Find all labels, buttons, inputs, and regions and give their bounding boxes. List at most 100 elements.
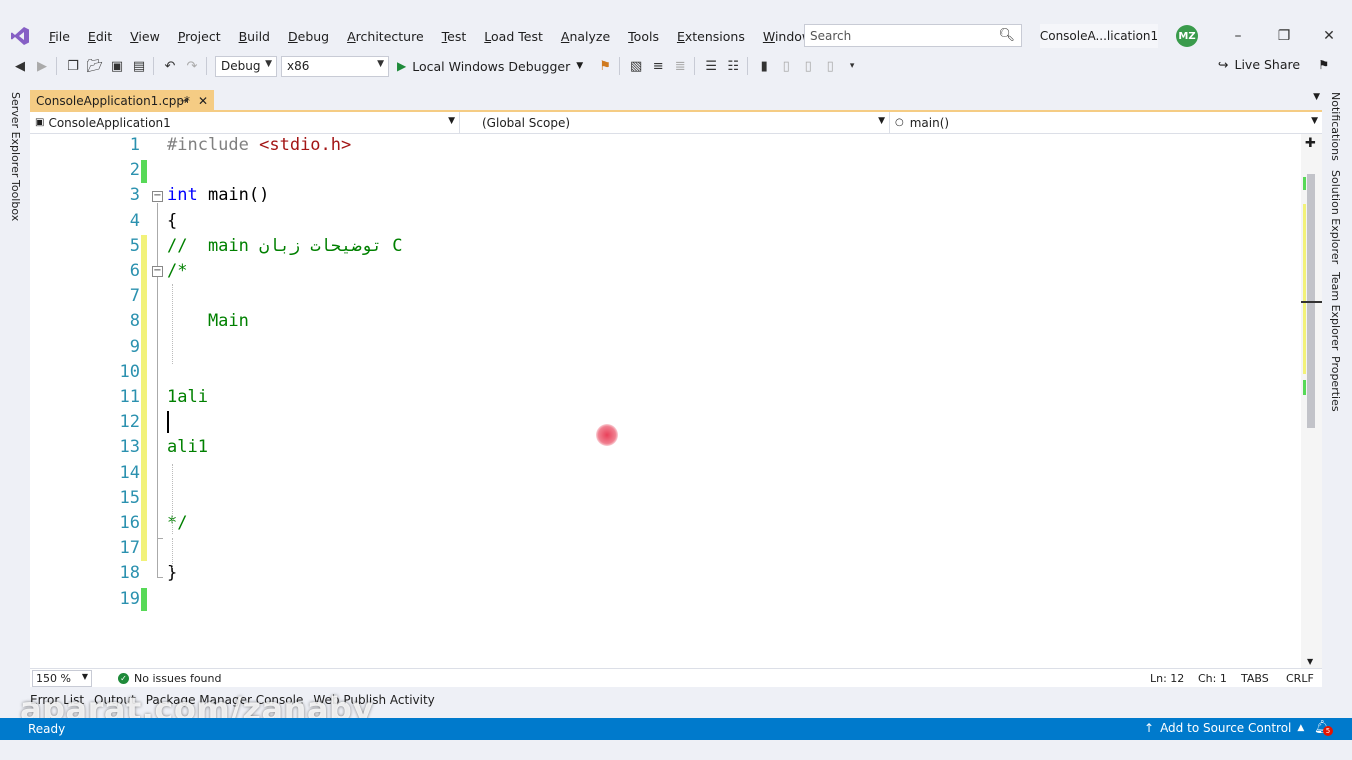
code-line[interactable]: 11 1ali xyxy=(30,386,1300,411)
menu-item-debug[interactable]: Debug xyxy=(279,29,338,44)
right-tool-strip: Notifications Solution Explorer Team Exp… xyxy=(1323,84,1352,684)
menu-label-rest: nalyze xyxy=(569,28,611,44)
code-line[interactable]: 16 */ xyxy=(30,512,1300,537)
live-share-button[interactable]: ↪ Live Share ⚑ xyxy=(1218,57,1329,72)
save-icon[interactable]: ▣ xyxy=(107,56,127,76)
scroll-marker xyxy=(1303,380,1306,395)
code-line[interactable]: 1 #include <stdio.h> xyxy=(30,134,1300,159)
play-icon: ▶ xyxy=(397,59,407,73)
toolbox-tab[interactable]: Toolbox xyxy=(9,180,22,221)
tab-dropdown-icon[interactable]: ▼ xyxy=(1313,92,1320,102)
menu-item-analyze[interactable]: Analyze xyxy=(552,29,619,44)
align-icon[interactable]: ≡ xyxy=(648,56,668,76)
collapse-icon[interactable]: − xyxy=(152,191,163,202)
prev-bookmark-icon[interactable]: ▯ xyxy=(776,56,796,76)
vertical-scrollbar[interactable]: ✚ ▼ xyxy=(1301,134,1322,668)
bookmark-icon[interactable]: ▮ xyxy=(754,56,774,76)
menu-item-load-test[interactable]: Load Test xyxy=(475,29,552,44)
indent-guide xyxy=(172,538,173,568)
collapse-icon[interactable]: − xyxy=(152,266,163,277)
redo-icon[interactable]: ↷ xyxy=(182,56,202,76)
code-line[interactable]: 4{ xyxy=(30,210,1300,235)
undo-icon[interactable]: ↶ xyxy=(160,56,180,76)
indent-icon[interactable]: ≣ xyxy=(670,56,690,76)
new-project-icon[interactable]: ❐ xyxy=(63,56,83,76)
menu-item-project[interactable]: Project xyxy=(169,29,230,44)
arrow-up-icon: ↑ xyxy=(1144,721,1155,735)
line-ending-indicator[interactable]: CRLF xyxy=(1286,672,1314,685)
start-debugging-button[interactable]: ▶ Local Windows Debugger ▼ xyxy=(397,59,583,74)
search-input[interactable]: Search 🔍︎ xyxy=(804,24,1022,47)
menu-item-extensions[interactable]: Extensions xyxy=(668,29,754,44)
menu-item-file[interactable]: File xyxy=(40,29,79,44)
project-dropdown[interactable]: ▣ ConsoleApplication1 ▼ xyxy=(30,112,460,133)
minimize-icon[interactable]: – xyxy=(1228,26,1248,46)
open-folder-icon[interactable]: 📂︎ xyxy=(85,56,105,76)
code-line[interactable]: 17 xyxy=(30,537,1300,562)
code-line[interactable]: 7 xyxy=(30,285,1300,310)
code-editor[interactable]: 1 #include <stdio.h> 2 3 int main() 4{5// mai… xyxy=(30,134,1322,668)
code-line[interactable]: 10 xyxy=(30,361,1300,386)
code-line[interactable]: 18} xyxy=(30,562,1300,587)
solution-explorer-tab[interactable]: Solution Explorer xyxy=(1329,170,1342,264)
scope-dropdown[interactable]: (Global Scope) ▼ xyxy=(460,112,890,133)
menu-item-edit[interactable]: Edit xyxy=(79,29,121,44)
code-line[interactable]: 9 xyxy=(30,336,1300,361)
code-line[interactable]: 2 xyxy=(30,159,1300,184)
screenshot-icon[interactable]: ▧ xyxy=(626,56,646,76)
comment-icon[interactable]: ☰ xyxy=(701,56,721,76)
code-line[interactable]: 15 xyxy=(30,487,1300,512)
properties-tab[interactable]: Properties xyxy=(1329,356,1342,412)
visual-studio-logo-icon[interactable] xyxy=(0,20,40,52)
code-line[interactable]: 6 /* xyxy=(30,260,1300,285)
menu-item-tools[interactable]: Tools xyxy=(619,29,668,44)
code-line[interactable]: 13 ali1 xyxy=(30,436,1300,461)
code-line[interactable]: 5 // main توضیحات زبان C xyxy=(30,235,1300,260)
toolbar-separator xyxy=(206,57,207,75)
split-icon[interactable]: ✚ xyxy=(1305,136,1316,151)
code-line[interactable]: 12 xyxy=(30,411,1300,436)
close-icon[interactable]: ✕ xyxy=(198,94,208,108)
feedback-icon[interactable]: ⚑ xyxy=(1318,57,1329,72)
line-number: 8 xyxy=(129,311,140,332)
solution-configuration-select[interactable]: Debug ▼ xyxy=(215,55,277,77)
code-line[interactable]: 19 xyxy=(30,588,1300,613)
close-window-icon[interactable]: ✕ xyxy=(1319,26,1339,46)
menu-item-test[interactable]: Test xyxy=(433,29,476,44)
line-number: 10 xyxy=(119,361,140,382)
search-icon[interactable]: 🔍︎ xyxy=(998,28,1015,43)
notifications-tab[interactable]: Notifications xyxy=(1329,92,1342,161)
code-line[interactable]: 14 xyxy=(30,462,1300,487)
menu-items: File Edit View Project Build Debug Architectur… xyxy=(40,29,868,44)
code-line[interactable]: 3 int main() xyxy=(30,184,1300,209)
pin-icon[interactable]: ⇥ xyxy=(180,96,188,107)
clear-bookmarks-icon[interactable]: ▯ xyxy=(820,56,840,76)
save-all-icon[interactable]: ▤ xyxy=(129,56,149,76)
server-explorer-tab[interactable]: Server Explorer xyxy=(9,92,22,177)
toolbar-separator xyxy=(153,57,154,75)
solution-platform-select[interactable]: x86 ▼ xyxy=(281,55,389,77)
team-explorer-tab[interactable]: Team Explorer xyxy=(1329,272,1342,350)
tab-consoleapplication1-cpp[interactable]: ConsoleApplication1.cpp* ⇥ ✕ xyxy=(30,90,214,112)
hot-reload-icon[interactable]: ⚑ xyxy=(595,56,615,76)
member-dropdown[interactable]: ○ main() ▼ xyxy=(890,112,1322,133)
menu-label-rest: rchitecture xyxy=(355,28,424,44)
menu-item-architecture[interactable]: Architecture xyxy=(338,29,433,44)
next-bookmark-icon[interactable]: ▯ xyxy=(798,56,818,76)
menu-accelerator: D xyxy=(287,28,298,44)
notifications-bell-icon[interactable]: 🔔︎ 5 xyxy=(1314,720,1333,736)
menu-item-view[interactable]: View xyxy=(121,29,169,44)
add-to-source-control-button[interactable]: ↑ Add to Source Control ▲ xyxy=(1144,721,1304,735)
tabs-indicator[interactable]: TABS xyxy=(1241,672,1269,685)
avatar[interactable]: MZ xyxy=(1176,25,1198,47)
restore-icon[interactable]: ❐ xyxy=(1274,26,1294,46)
uncomment-icon[interactable]: ☷ xyxy=(723,56,743,76)
zoom-select[interactable]: 150 % ▼ xyxy=(32,669,92,687)
forward-icon[interactable]: ▶ xyxy=(32,56,52,76)
menu-item-build[interactable]: Build xyxy=(230,29,279,44)
scroll-down-icon[interactable]: ▼ xyxy=(1307,657,1313,666)
code-line[interactable]: 8 Main xyxy=(30,310,1300,335)
overflow-icon[interactable]: ▾ xyxy=(842,56,862,76)
back-icon[interactable]: ◀ xyxy=(10,56,30,76)
issues-indicator[interactable]: ✓ No issues found xyxy=(118,672,221,685)
